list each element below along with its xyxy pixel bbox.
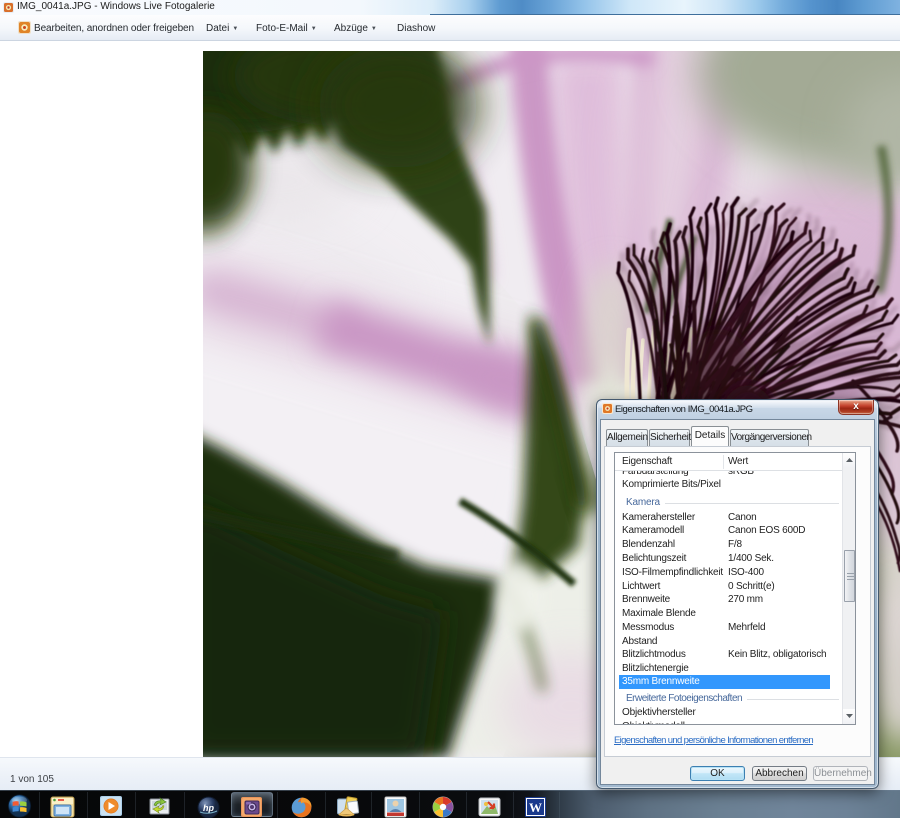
svg-text:hp: hp: [203, 803, 214, 813]
svg-text:W: W: [529, 800, 542, 815]
